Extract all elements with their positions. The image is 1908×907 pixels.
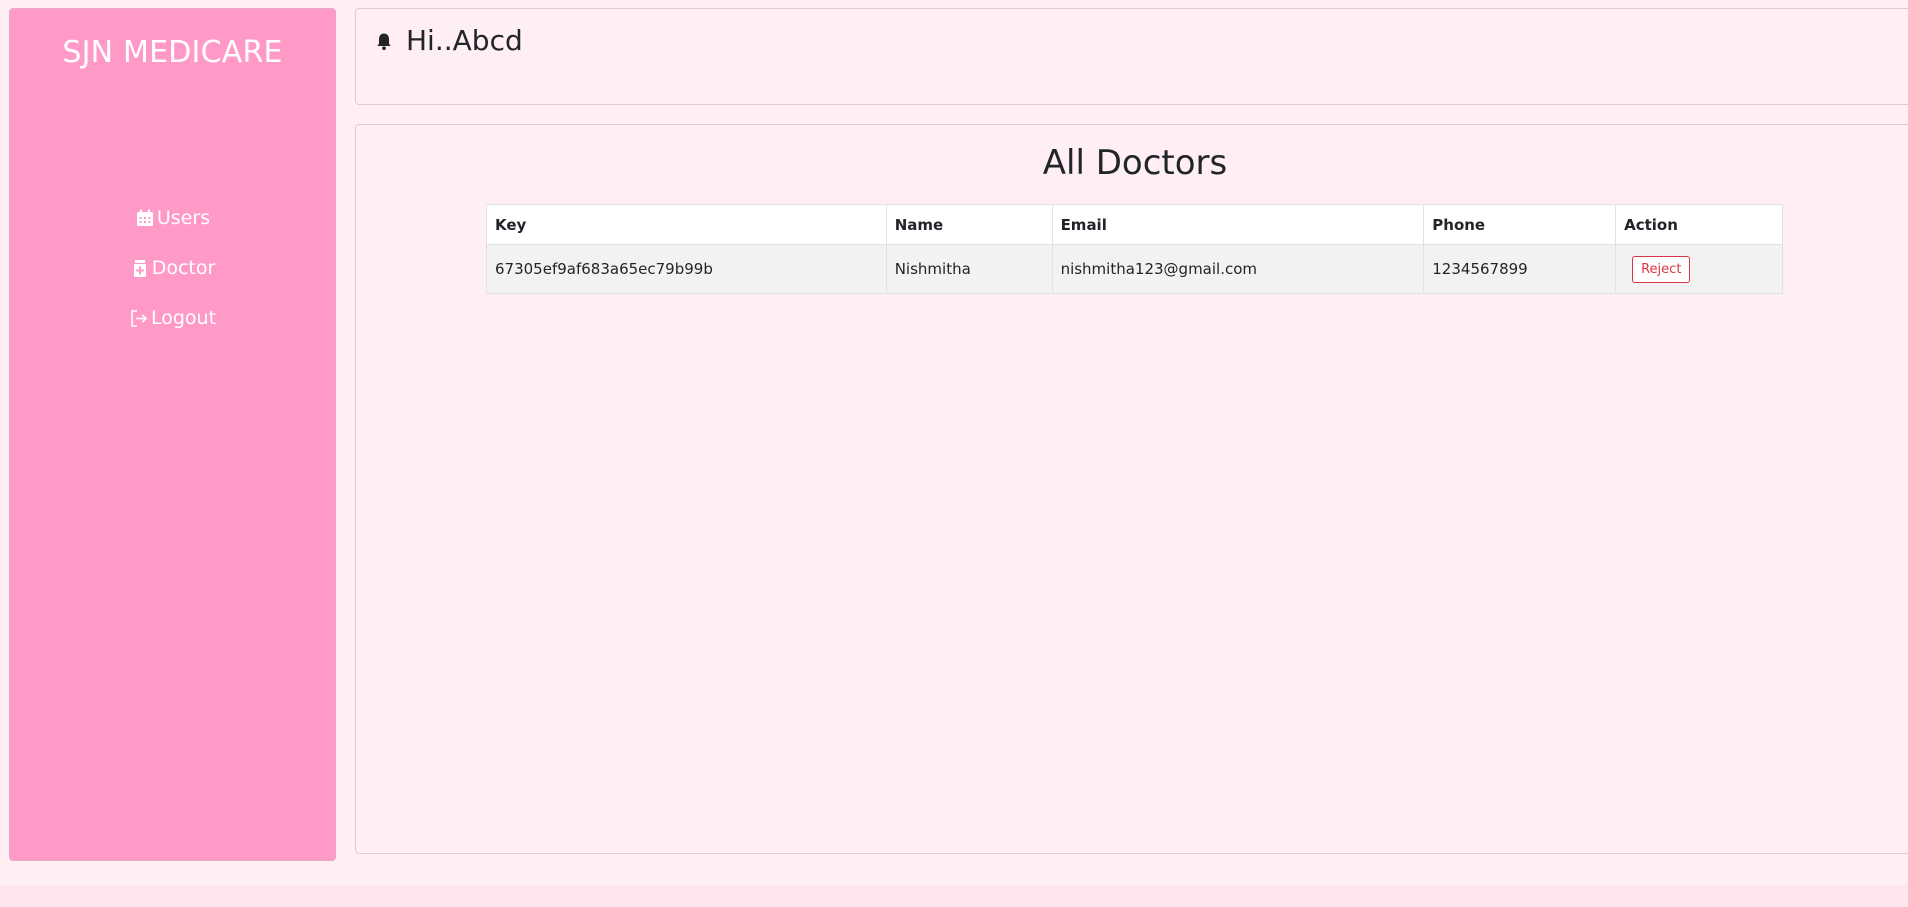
- page-title: All Doctors: [1042, 143, 1228, 183]
- sidebar-item-label: Doctor: [151, 257, 216, 279]
- table-header-row: Key Name Email Phone Action: [486, 204, 1783, 245]
- bottom-band: [0, 885, 1908, 907]
- main-card: All Doctors Key Name Email Phone Action: [355, 124, 1908, 854]
- cell-name: Nishmitha: [885, 244, 1053, 294]
- sidebar-item-label: Logout: [150, 307, 217, 329]
- sidebar-item-logout[interactable]: Logout: [10, 293, 335, 343]
- column-header-action: Action: [1615, 204, 1783, 245]
- logout-icon: [129, 308, 149, 328]
- calendar-icon: [135, 208, 155, 228]
- cell-email: nishmitha123@gmail.com: [1051, 244, 1425, 294]
- column-header-name: Name: [885, 204, 1053, 245]
- table-row: 67305ef9af683a65ec79b99b Nishmitha nishm…: [486, 244, 1783, 294]
- cell-action: Reject: [1615, 244, 1783, 294]
- medical-icon: [130, 258, 150, 278]
- reject-button[interactable]: Reject: [1632, 255, 1691, 283]
- sidebar-item-users[interactable]: Users: [10, 193, 335, 243]
- greeting: Hi..Abcd: [374, 24, 523, 57]
- cell-phone: 1234567899: [1423, 244, 1617, 294]
- bell-icon[interactable]: [374, 31, 394, 51]
- cell-key: 67305ef9af683a65ec79b99b: [486, 244, 887, 294]
- column-header-email: Email: [1051, 204, 1425, 245]
- header-card: Hi..Abcd: [355, 8, 1908, 105]
- greeting-text: Hi..Abcd: [406, 24, 523, 57]
- app-root: SJN MEDICARE Users Doctor Logout Hi..Abc…: [0, 0, 1908, 907]
- sidebar: SJN MEDICARE Users Doctor Logout: [9, 8, 336, 861]
- brand-title: SJN MEDICARE: [62, 35, 283, 70]
- sidebar-item-label: Users: [156, 207, 211, 229]
- sidebar-item-doctor[interactable]: Doctor: [10, 243, 335, 293]
- doctors-table: Key Name Email Phone Action 67305ef9af68…: [486, 204, 1783, 294]
- column-header-phone: Phone: [1423, 204, 1617, 245]
- column-header-key: Key: [486, 204, 887, 245]
- sidebar-nav: Users Doctor Logout: [10, 193, 335, 343]
